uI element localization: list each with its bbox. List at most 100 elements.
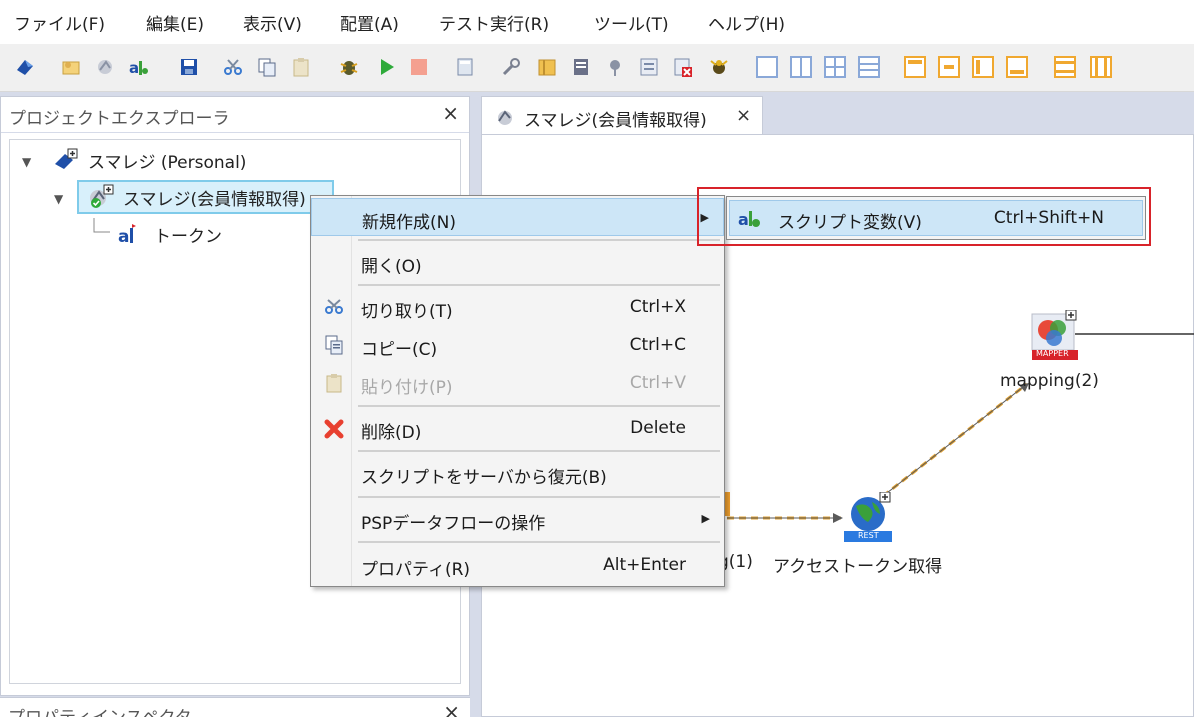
menu-separator [358,450,720,452]
tree-connector-line [93,218,110,233]
script-icon [90,184,114,208]
debug-icon[interactable] [338,56,360,78]
svg-text:a: a [118,227,129,247]
tree-item-token[interactable]: トークン [154,222,222,247]
tree-item-root[interactable]: スマレジ (Personal) [88,148,246,173]
property-inspector-title: プロパティインスペクタ [8,703,192,717]
project-explorer-close-button[interactable]: × [442,101,459,125]
menu-item-restore[interactable]: スクリプトをサーバから復元(B) [311,454,724,492]
menu-item-cut-shortcut: Ctrl+X [629,297,686,317]
stop-icon[interactable] [408,56,430,78]
folder-book-icon[interactable] [536,56,558,78]
paste-icon [326,374,342,393]
layout-grid-3-icon[interactable] [824,56,846,78]
new-project-icon[interactable] [14,56,36,78]
menu-item-copy[interactable]: コピー(C) Ctrl+C [311,326,724,364]
calculator-icon[interactable] [454,56,476,78]
menu-item-delete[interactable]: 削除(D) Delete [311,409,724,447]
menu-item-delete-label: 削除(D) [361,423,422,443]
editor-tab-close-button[interactable]: × [736,105,751,126]
menu-item-open-label: 開く(O) [361,257,422,277]
menu-item-paste[interactable]: 貼り付け(P) Ctrl+V [311,364,724,402]
property-inspector-panel: プロパティインスペクタ × [0,697,470,717]
menu-item-copy-label: コピー(C) [361,340,438,360]
menu-item-paste-label: 貼り付け(P) [361,378,453,398]
open-folder-icon[interactable] [60,56,82,78]
paste-icon[interactable] [290,56,312,78]
rest-badge-text: REST [858,531,879,540]
tree-item-script[interactable]: スマレジ(会員情報取得) [123,185,306,210]
distribute-vertical-icon[interactable] [1090,56,1112,78]
cut-icon[interactable] [222,56,244,78]
menu-bar: ファイル(F) 編集(E) 表示(V) 配置(A) テスト実行(R) ツール(T… [0,0,1194,44]
close-doc-icon[interactable] [672,56,694,78]
menu-tools[interactable]: ツール(T) [594,10,669,35]
list-icon[interactable] [638,56,660,78]
menu-item-new-label: 新規作成(N) [362,213,456,233]
menu-test-run[interactable]: テスト実行(R) [439,10,549,35]
align-middle-icon[interactable] [938,56,960,78]
menu-item-properties-label: プロパティ(R) [361,560,471,580]
expand-arrow-icon[interactable]: ▼ [22,155,31,169]
menu-item-cut-label: 切り取り(T) [361,302,453,322]
menu-separator [358,496,720,498]
menu-item-delete-shortcut: Delete [630,418,686,438]
rest-node-label: アクセストークン取得 [773,557,943,577]
context-menu: 新規作成(N) ▶ 開く(O) 切り取り(T) Ctrl+X コピー(C) Ct… [310,195,725,587]
align-bottom-icon[interactable] [1006,56,1028,78]
mapper-node-2[interactable]: MAPPER [1030,309,1078,362]
annotation-highlight-box [697,187,1151,246]
deploy-icon[interactable] [94,56,116,78]
expand-arrow-icon[interactable]: ▼ [54,192,63,206]
layout-grid-1-icon[interactable] [756,56,778,78]
menu-arrange[interactable]: 配置(A) [340,10,399,35]
editor-tab[interactable]: スマレジ(会員情報取得) × [481,96,763,134]
menu-file[interactable]: ファイル(F) [14,10,105,35]
rest-node[interactable]: REST [842,491,894,544]
settings-icon[interactable] [604,56,626,78]
submenu-arrow-icon: ▶ [701,512,710,525]
menu-item-restore-label: スクリプトをサーバから復元(B) [361,468,607,488]
project-root-icon [55,148,78,169]
align-left-icon[interactable] [972,56,994,78]
menu-item-properties-shortcut: Alt+Enter [603,555,686,575]
document-icon[interactable] [570,56,592,78]
menu-item-new[interactable]: 新規作成(N) ▶ [311,198,724,236]
layout-grid-4-icon[interactable] [858,56,880,78]
mapper-badge-text: MAPPER [1036,349,1069,358]
menu-item-open[interactable]: 開く(O) [311,243,724,281]
menu-edit[interactable]: 編集(E) [146,10,204,35]
script-variable-toolbar-icon[interactable]: a [128,56,150,78]
menu-separator [358,541,720,543]
align-top-icon[interactable] [904,56,926,78]
script-tab-icon [498,110,512,125]
variable-icon: a [118,224,136,247]
menu-item-psp-dataflow[interactable]: PSPデータフローの操作 ▶ [311,500,724,538]
editor-tab-label: スマレジ(会員情報取得) [524,111,707,131]
menu-separator [358,284,720,286]
copy-icon[interactable] [256,56,278,78]
menu-item-properties[interactable]: プロパティ(R) Alt+Enter [311,546,724,584]
toolbar: a [0,44,1194,92]
save-icon[interactable] [178,56,200,78]
mapper-node-2-label: mapping(2) [1000,371,1099,391]
menu-item-psp-dataflow-label: PSPデータフローの操作 [361,514,546,534]
project-explorer-header: プロジェクトエクスプローラ × [1,97,469,133]
wrench-icon[interactable] [500,56,522,78]
svg-text:a: a [129,59,139,77]
menu-help[interactable]: ヘルプ(H) [708,10,785,35]
distribute-horizontal-icon[interactable] [1054,56,1076,78]
menu-item-paste-shortcut: Ctrl+V [629,373,686,393]
menu-separator [358,239,720,241]
bug-icon[interactable] [708,56,730,78]
copy-icon [325,335,343,355]
delete-icon [324,419,344,439]
layout-grid-2-icon[interactable] [790,56,812,78]
project-explorer-title: プロジェクトエクスプローラ [9,109,230,129]
menu-view[interactable]: 表示(V) [243,10,302,35]
run-icon[interactable] [376,56,398,78]
property-inspector-close-button[interactable]: × [443,700,460,717]
menu-item-copy-shortcut: Ctrl+C [629,335,686,355]
scissors-icon [325,299,343,314]
menu-item-cut[interactable]: 切り取り(T) Ctrl+X [311,288,724,326]
